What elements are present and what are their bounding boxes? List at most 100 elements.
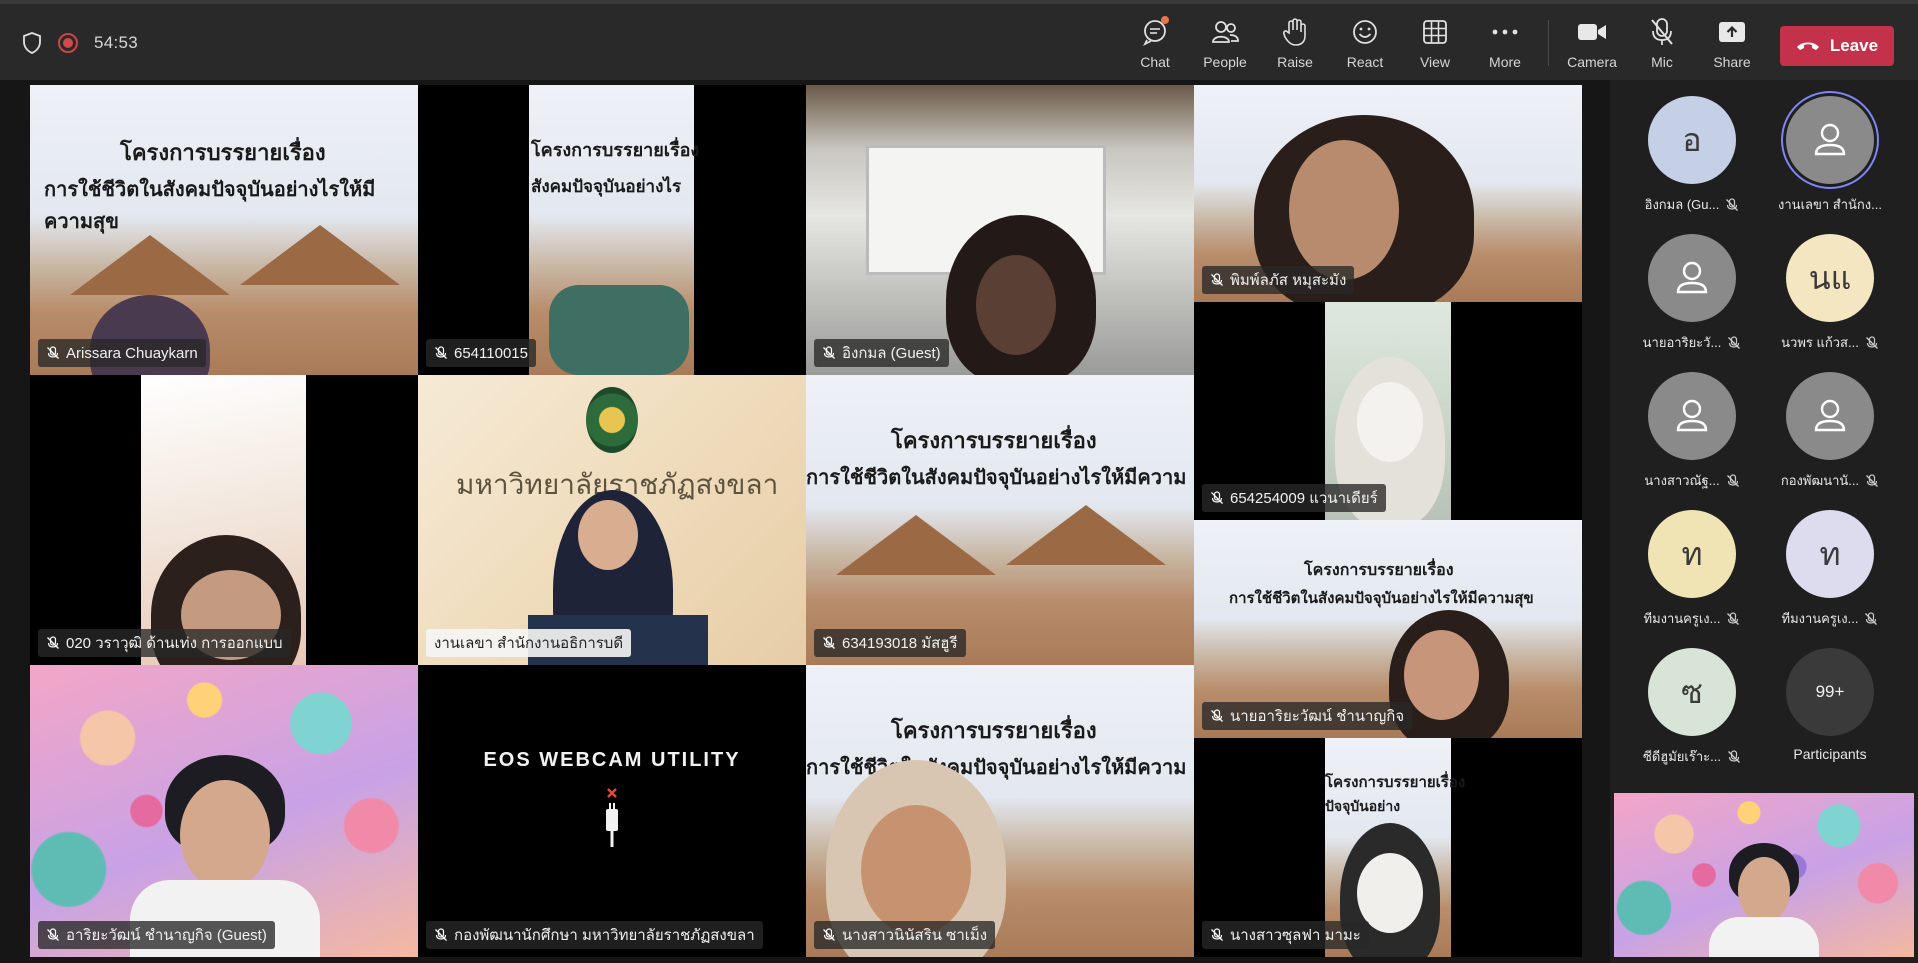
participant-avatar-item[interactable]: นางสาวณัฐ... [1622, 372, 1762, 491]
phone-hangup-icon [1796, 42, 1819, 50]
avatar-name: นางสาวณัฐ... [1644, 473, 1720, 488]
participant-name: นางสาวนินัสริน ซาเม็ง [842, 927, 988, 944]
participant-avatar-item[interactable]: กองพัฒนานั... [1760, 372, 1900, 491]
view-button[interactable]: View [1400, 16, 1470, 70]
mic-off-icon [1865, 611, 1878, 625]
participant-avatar-item[interactable]: ท ทีมงานครูเง... [1622, 510, 1762, 629]
mic-button[interactable]: Mic [1627, 16, 1697, 70]
more-icon [1492, 29, 1518, 35]
participant-name: งานเลขา สำนักงานอธิการบดี [434, 635, 624, 652]
meeting-timer: 54:53 [94, 33, 139, 52]
participant-name: 654110015 [454, 344, 528, 362]
participant-name-label: 654110015 [426, 339, 536, 367]
participant-name-label: 654254009 แวนาเดียร์ [1202, 484, 1386, 512]
participant-name: อิงกมล (Guest) [842, 345, 941, 362]
leave-label: Leave [1829, 36, 1879, 55]
avatar-name: อิงกมล (Gu... [1644, 197, 1720, 212]
shield-icon[interactable] [22, 32, 42, 54]
lecture-banner: โครงการบรรยายเรื่อง สังคมปัจจุบันอย่างไร [529, 85, 699, 375]
camera-button[interactable]: Camera [1557, 16, 1627, 70]
video-tile[interactable]: พิมพ์ลภัส หมุสะมัง [1194, 85, 1582, 302]
mic-off-icon [1866, 473, 1879, 487]
building-shape [240, 225, 400, 285]
avatar-name: ซีดีฮูมัยเร๊าะ... [1643, 749, 1721, 764]
mic-off-icon [47, 928, 59, 941]
video-tile[interactable]: โครงการบรรยายเรื่อง การใช้ชีวิตในสังคมปั… [1194, 520, 1582, 738]
participant-name: 634193018 มัสฮูรี [842, 635, 958, 652]
share-button[interactable]: Share [1697, 16, 1767, 70]
building-shape [1006, 505, 1166, 565]
banner-subtitle: สังคมปัจจุบันอย่างไร [531, 177, 682, 197]
participant-name-label: Arissara Chuaykarn [38, 339, 206, 367]
more-button[interactable]: More [1470, 16, 1540, 70]
banner-title: โครงการบรรยายเรื่อง [531, 140, 700, 161]
participant-avatar-item[interactable]: นายอาริยะวั... [1622, 234, 1762, 353]
toolbar-divider [1548, 20, 1549, 66]
video-tile[interactable]: โครงการบรรยายเรื่อง ปัจจุบันอย่าง นางสาว… [1194, 738, 1582, 957]
mic-off-icon [1211, 491, 1223, 504]
participant-avatar-item[interactable]: งานเลขา สำนักง... [1760, 96, 1900, 215]
mic-off-icon [1211, 928, 1223, 941]
video-tile[interactable]: โครงการบรรยายเรื่อง สังคมปัจจุบันอย่างไร… [418, 85, 806, 375]
video-tile[interactable]: 020 วราวุฒิ ด้านเท่ง การออกแบบ [30, 375, 418, 665]
participant-face [976, 255, 1056, 355]
participant-name: กองพัฒนานักศึกษา มหาวิทยาลัยราชภัฏสงขลา [454, 927, 755, 944]
usb-disconnected-icon [606, 788, 618, 847]
person-icon [1676, 399, 1708, 432]
toolbar-buttons: Chat People Raise React View More Camera [1120, 16, 1767, 70]
react-label: React [1346, 54, 1384, 70]
people-button[interactable]: People [1190, 16, 1260, 70]
raise-hand-button[interactable]: Raise [1260, 16, 1330, 70]
avatar [1648, 234, 1736, 322]
leave-button[interactable]: Leave [1780, 26, 1894, 66]
avatar [1648, 372, 1736, 460]
participant-name-label: พิมพ์ลภัส หมุสะมัง [1202, 266, 1355, 294]
avatar [1786, 372, 1874, 460]
video-tile[interactable]: EOS WEBCAM UTILITY กองพัฒนานักศึกษา มหาว… [418, 665, 806, 957]
video-tile[interactable]: โครงการบรรยายเรื่อง การใช้ชีวิตในสังคมปั… [30, 85, 418, 375]
participant-name-label: อาริยะวัฒน์ ชำนาญกิจ (Guest) [38, 921, 275, 949]
participants-rail: อ อิงกมล (Gu... งานเลขา สำนักง... นายอาร… [1610, 80, 1918, 790]
participant-avatar-item[interactable]: ท ทีมงานครูเง... [1760, 510, 1900, 629]
participant-avatar-item[interactable]: ซ ซีดีฮูมัยเร๊าะ... [1622, 648, 1762, 767]
participant-name: 020 วราวุฒิ ด้านเท่ง การออกแบบ [66, 635, 283, 652]
banner-title: โครงการบรรยายเรื่อง [891, 719, 1097, 744]
share-icon [1719, 22, 1745, 42]
participant-name: อาริยะวัฒน์ ชำนาญกิจ (Guest) [66, 927, 267, 944]
chat-button[interactable]: Chat [1120, 16, 1190, 70]
self-view-video[interactable] [1614, 793, 1914, 957]
avatar [1786, 96, 1874, 184]
react-icon [1353, 20, 1377, 44]
participant-name-label: อิงกมล (Guest) [814, 339, 949, 367]
participant-face [1289, 140, 1399, 280]
mic-off-icon [435, 346, 447, 359]
avatar-name: นายอาริยะวั... [1642, 335, 1722, 350]
video-tile[interactable]: อิงกมล (Guest) [806, 85, 1194, 375]
avatar: นแ [1786, 234, 1874, 322]
video-tile[interactable]: โครงการบรรยายเรื่อง การใช้ชีวิตในสังคมปั… [806, 375, 1194, 665]
avatar-name: ทีมงานครูเง... [1781, 611, 1859, 626]
participants-overflow-button[interactable]: 99+ Participants [1760, 648, 1900, 762]
participant-avatar-item[interactable]: นแ นวพร แก้วส... [1760, 234, 1900, 353]
mic-off-icon [823, 928, 835, 941]
avatar: ท [1786, 510, 1874, 598]
participant-name: Arissara Chuaykarn [66, 344, 198, 362]
mic-off-icon [47, 346, 59, 359]
participant-avatar-item[interactable]: อ อิงกมล (Gu... [1622, 96, 1762, 215]
participant-face [861, 805, 971, 935]
video-tile[interactable]: 654254009 แวนาเดียร์ [1194, 302, 1582, 520]
mic-off-icon [1726, 473, 1739, 487]
lecture-banner: โครงการบรรยายเรื่อง การใช้ชีวิตในสังคมปั… [30, 85, 418, 375]
avatar-name: ทีมงานครูเง... [1643, 611, 1721, 626]
video-tile[interactable]: มหาวิทยาลัยราชภัฏสงขลา งานเลขา สำนักงานอ… [418, 375, 806, 665]
video-tile[interactable]: อาริยะวัฒน์ ชำนาญกิจ (Guest) [30, 665, 418, 957]
participant-name-label: กองพัฒนานักศึกษา มหาวิทยาลัยราชภัฏสงขลา [426, 921, 763, 949]
video-feed [141, 375, 306, 665]
mic-off-icon [1726, 197, 1739, 211]
react-button[interactable]: React [1330, 16, 1400, 70]
banner-title: โครงการบรรยายเรื่อง [891, 429, 1097, 454]
video-tile[interactable]: โครงการบรรยายเรื่อง การใช้ชีวิตในสังคมปั… [806, 665, 1194, 957]
banner-title: โครงการบรรยายเรื่อง [1304, 560, 1454, 579]
person-icon [1676, 261, 1708, 294]
banner-subtitle: การใช้ชีวิตในสังคมปัจจุบันอย่างไรให้มีคว… [806, 755, 1187, 779]
